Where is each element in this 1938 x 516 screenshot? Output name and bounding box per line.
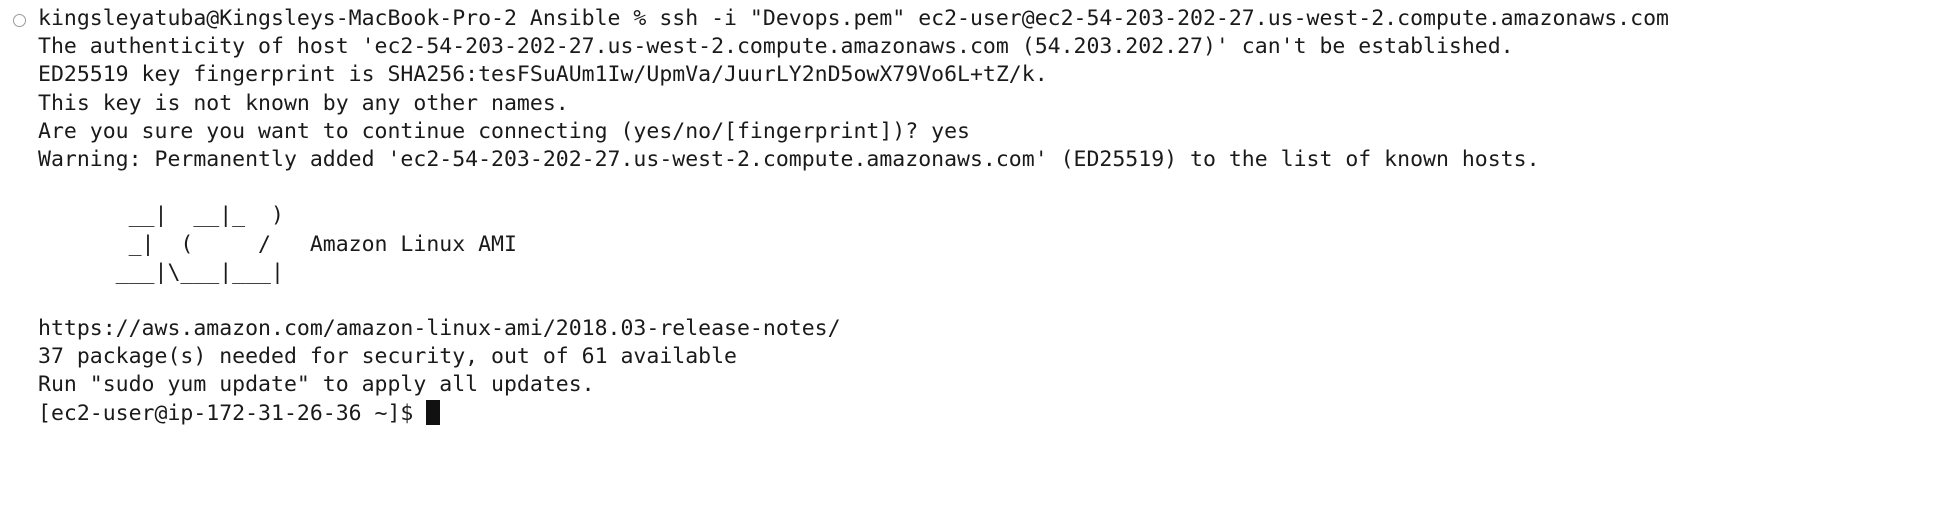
command-mark-icon: [13, 14, 26, 27]
terminal-output: kingsleyatuba@Kingsleys-MacBook-Pro-2 An…: [38, 5, 1669, 428]
ascii-art-line: _| ( / Amazon Linux AMI: [38, 231, 517, 257]
output-line: Warning: Permanently added 'ec2-54-203-2…: [38, 146, 1540, 172]
output-line: The authenticity of host 'ec2-54-203-202…: [38, 34, 1514, 60]
text-cursor: [426, 399, 441, 425]
command-line: kingsleyatuba@Kingsleys-MacBook-Pro-2 An…: [38, 6, 1669, 31]
ascii-art-line: __| __|_ ): [38, 203, 284, 229]
output-line: 37 package(s) needed for security, out o…: [38, 344, 737, 370]
output-line: Are you sure you want to continue connec…: [38, 118, 970, 144]
output-line: https://aws.amazon.com/amazon-linux-ami/…: [38, 316, 841, 342]
prompt-line[interactable]: [ec2-user@ip-172-31-26-36 ~]$: [38, 399, 1669, 428]
output-line: Run "sudo yum update" to apply all updat…: [38, 372, 595, 398]
ascii-art-line: ___|\___|___|: [38, 259, 284, 285]
scrolled-off-line: [38, 0, 1398, 2]
shell-prompt: [ec2-user@ip-172-31-26-36 ~]$: [38, 400, 427, 426]
terminal-window[interactable]: kingsleyatuba@Kingsleys-MacBook-Pro-2 An…: [0, 0, 1938, 516]
output-line: ED25519 key fingerprint is SHA256:tesFSu…: [38, 62, 1048, 88]
output-line: This key is not known by any other names…: [38, 90, 569, 116]
